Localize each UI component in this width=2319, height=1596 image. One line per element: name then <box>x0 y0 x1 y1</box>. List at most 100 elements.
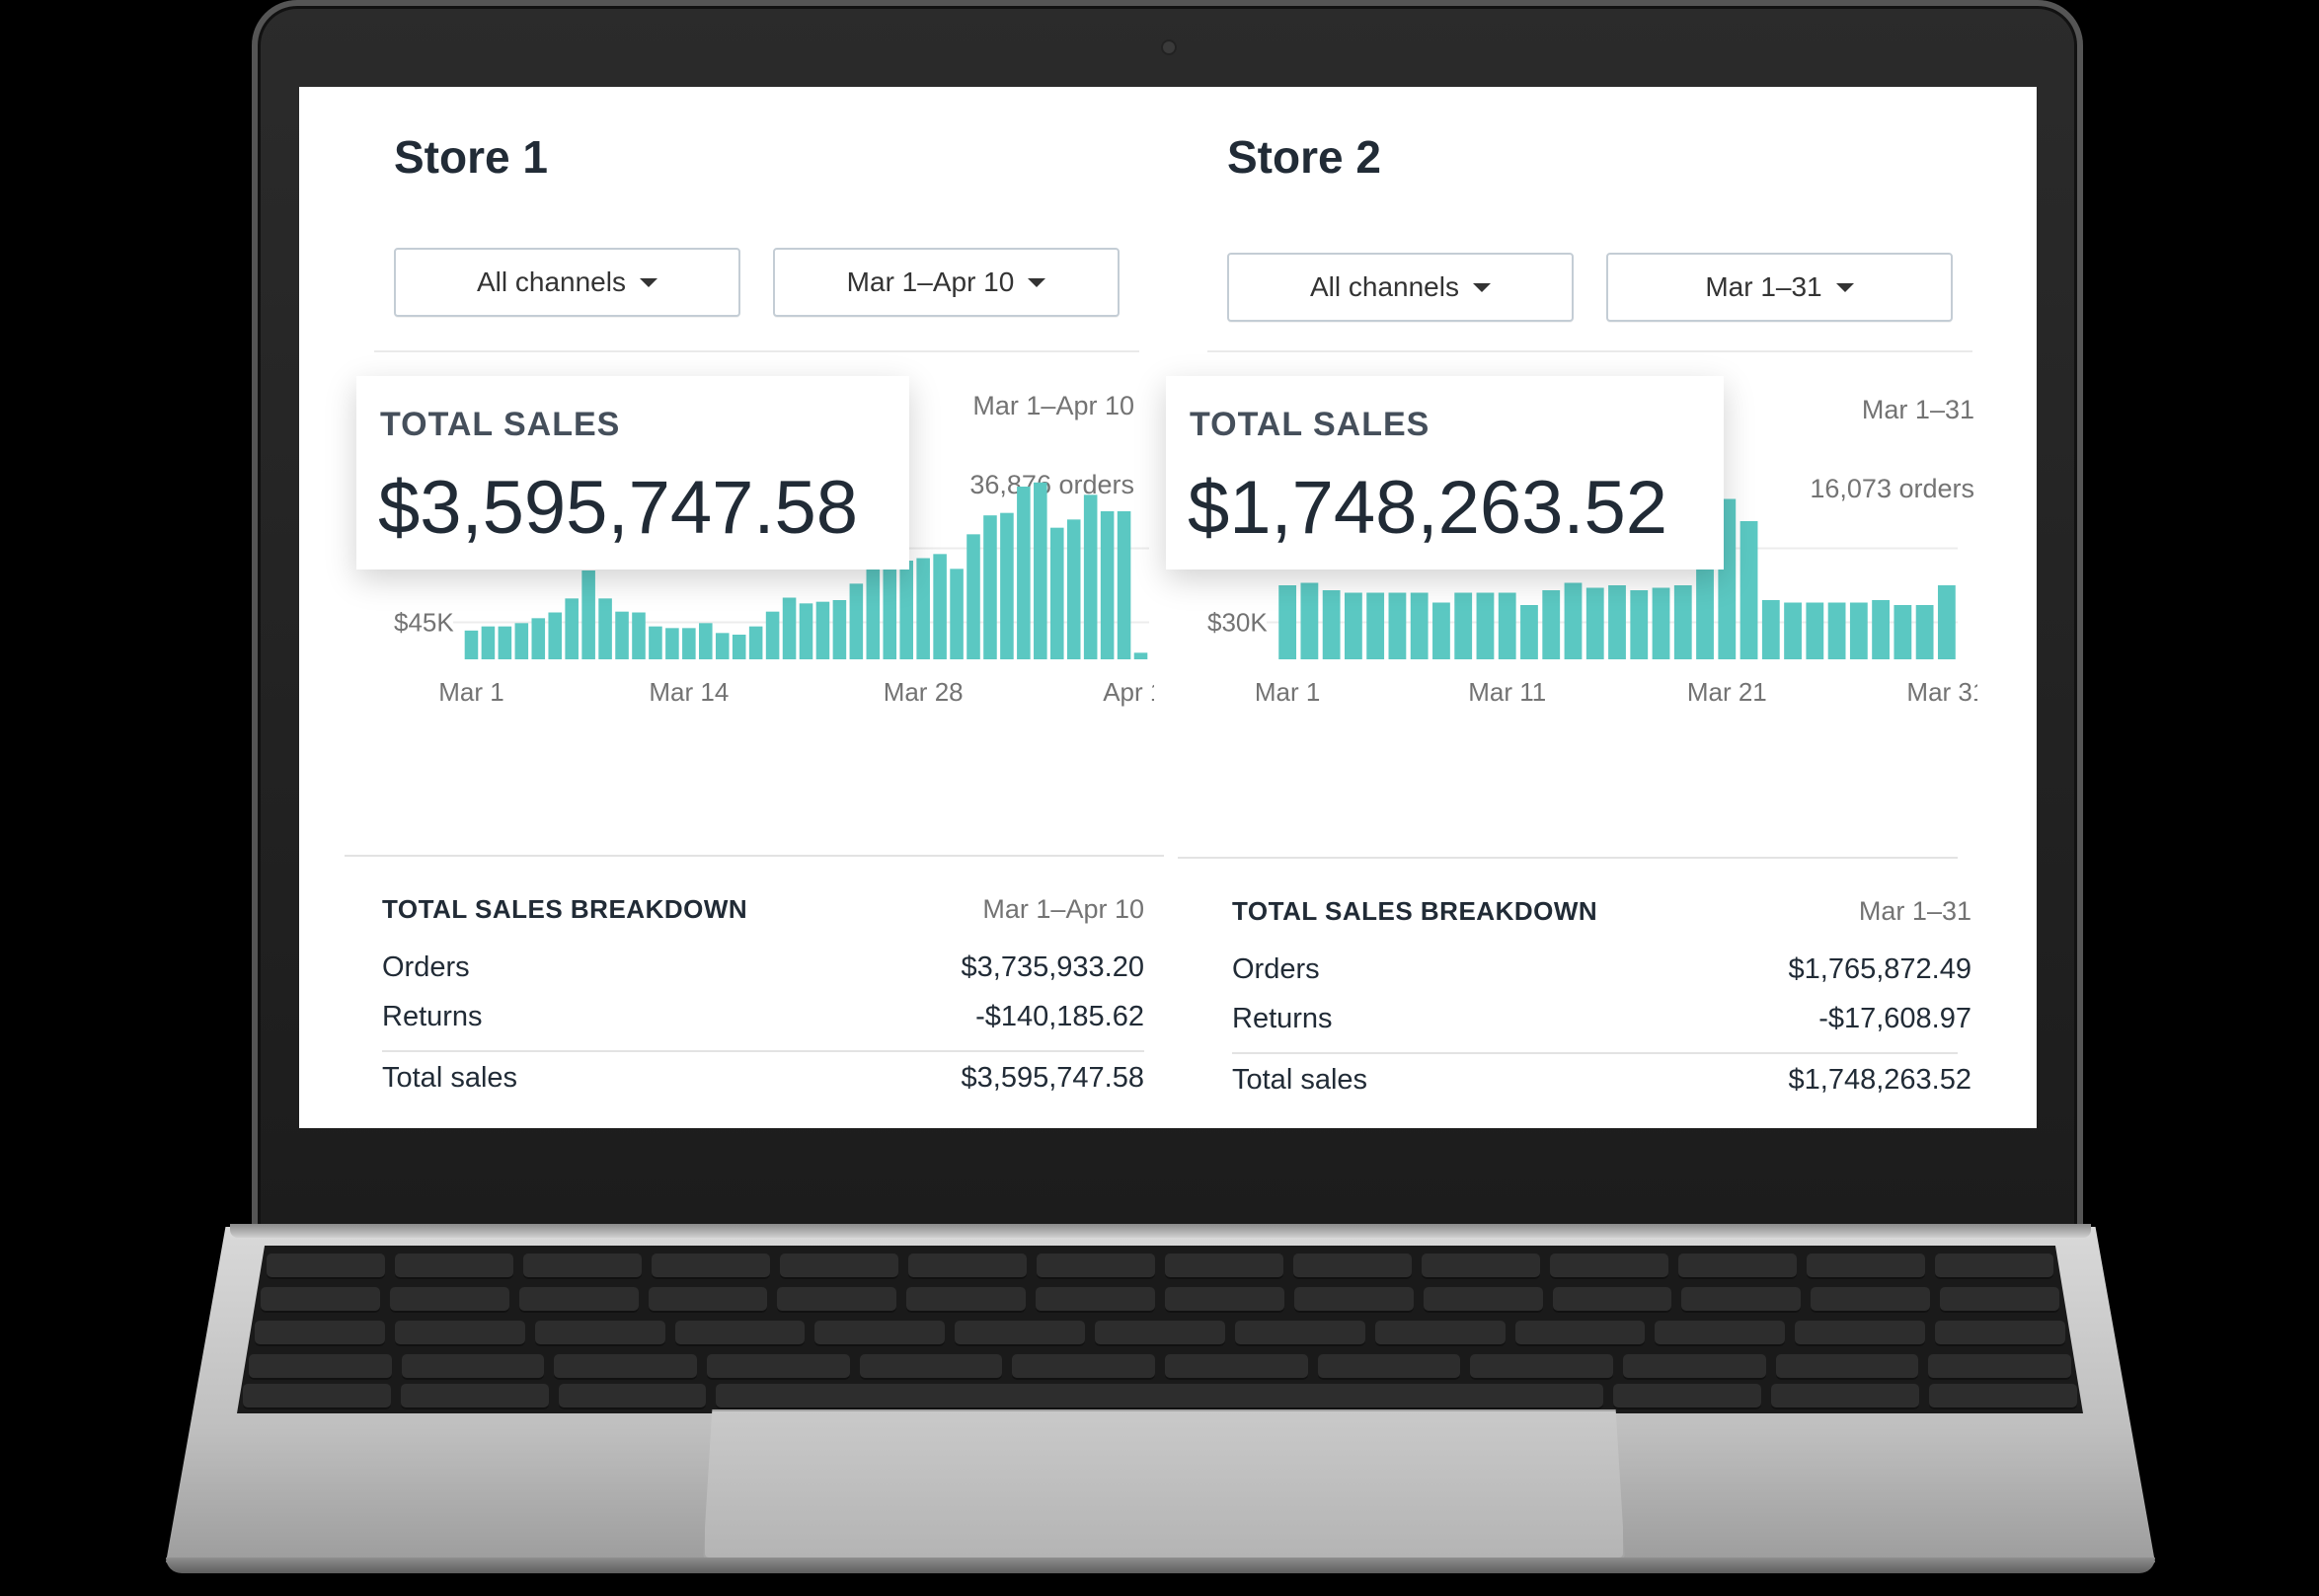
laptop-screen: Store 1 All channels Mar 1–Apr 10 Mar 1–… <box>299 87 2037 1128</box>
chart-bar[interactable] <box>1630 590 1649 659</box>
chart-bar[interactable] <box>1673 585 1692 659</box>
chart-bar[interactable] <box>548 612 563 660</box>
key <box>1374 1321 1506 1346</box>
chart-bar[interactable] <box>1066 519 1081 659</box>
key <box>1681 1287 1802 1313</box>
key <box>518 1287 639 1313</box>
chart-bar[interactable] <box>1100 511 1115 659</box>
chart-bar[interactable] <box>565 598 579 659</box>
card-divider <box>1207 350 1972 352</box>
key <box>1935 1254 2053 1279</box>
chart-bar[interactable] <box>1849 602 1868 660</box>
key <box>267 1254 385 1279</box>
chart-bar[interactable] <box>732 635 746 659</box>
chart-bar[interactable] <box>1432 602 1450 660</box>
chart-bar[interactable] <box>1366 592 1385 660</box>
chart-bar[interactable] <box>1784 602 1802 660</box>
channel-select[interactable]: All channels <box>394 248 740 317</box>
chart-bar[interactable] <box>1345 592 1362 660</box>
chart-bar[interactable] <box>699 623 713 659</box>
chart-bar[interactable] <box>632 612 646 660</box>
chart-bar[interactable] <box>1894 605 1912 659</box>
chart-bar[interactable] <box>782 597 797 660</box>
chart-bar[interactable] <box>498 626 512 659</box>
chart-bar[interactable] <box>1278 585 1297 659</box>
chart-bar[interactable] <box>849 583 864 659</box>
key <box>1165 1354 1308 1380</box>
webcam-icon <box>1163 41 1175 53</box>
chart-bar[interactable] <box>1133 652 1148 659</box>
breakdown-row-value: -$17,608.97 <box>1818 1003 1971 1034</box>
chart-bar[interactable] <box>514 623 529 659</box>
chart-bar[interactable] <box>1761 600 1780 659</box>
chart-bar[interactable] <box>1410 592 1429 660</box>
chart-bar[interactable] <box>1806 602 1824 660</box>
chevron-down-icon <box>1472 282 1491 292</box>
chart-bar[interactable] <box>916 558 930 660</box>
chart-bar[interactable] <box>598 598 612 659</box>
keyboard-row <box>267 1254 2053 1279</box>
chart-bar[interactable] <box>581 570 595 659</box>
chart-bar[interactable] <box>682 628 696 659</box>
chart-bar[interactable] <box>1915 605 1934 659</box>
key <box>1423 1287 1543 1313</box>
chart-bar[interactable] <box>815 601 830 659</box>
keyboard-row <box>249 1354 2072 1380</box>
chart-bar[interactable] <box>765 611 780 659</box>
chart-bar[interactable] <box>649 626 662 659</box>
chart-bar[interactable] <box>1827 602 1846 660</box>
chart-bar[interactable] <box>1034 482 1047 659</box>
chart-bar[interactable] <box>866 556 881 659</box>
chart-bar[interactable] <box>464 630 479 659</box>
key <box>1293 1254 1412 1279</box>
key <box>261 1287 380 1313</box>
chart-bar[interactable] <box>1000 512 1014 659</box>
y-tick-label: $45K <box>394 608 454 638</box>
chart-bar[interactable] <box>1322 590 1341 659</box>
chart-bar[interactable] <box>983 515 997 659</box>
store-panel-2: Store 2 All channels Mar 1–31 Mar 1–31 1… <box>1166 87 1977 1128</box>
chart-bar[interactable] <box>531 618 546 659</box>
chart-bar[interactable] <box>615 611 629 659</box>
chart-bar[interactable] <box>1739 521 1758 659</box>
chart-bar[interactable] <box>1300 582 1319 660</box>
chart-bar[interactable] <box>832 600 847 659</box>
chart-bar[interactable] <box>933 554 947 659</box>
chart-bar[interactable] <box>1608 585 1626 659</box>
chart-bar[interactable] <box>748 626 763 659</box>
chart-bar[interactable] <box>1585 587 1604 660</box>
chart-bar[interactable] <box>715 633 730 659</box>
chart-bar[interactable] <box>1049 527 1064 659</box>
channel-select[interactable]: All channels <box>1227 253 1574 322</box>
chart-bar[interactable] <box>1454 592 1473 660</box>
chart-bar[interactable] <box>1498 592 1516 660</box>
chart-bar[interactable] <box>1117 511 1131 659</box>
chart-bar[interactable] <box>1542 590 1561 659</box>
chart-bar[interactable] <box>1476 592 1495 660</box>
key <box>401 1354 545 1380</box>
chart-bar[interactable] <box>1520 605 1538 659</box>
chart-bar[interactable] <box>1564 582 1583 660</box>
chart-bar[interactable] <box>799 603 813 659</box>
chart-bar[interactable] <box>481 626 496 659</box>
chart-bar[interactable] <box>1937 585 1956 659</box>
chart-bar[interactable] <box>1652 587 1670 660</box>
key <box>1655 1321 1786 1346</box>
key <box>1514 1321 1646 1346</box>
keyboard-row <box>255 1321 2065 1346</box>
chart-bar[interactable] <box>950 569 964 659</box>
total-sales-label: TOTAL SALES <box>380 406 621 443</box>
key <box>1234 1321 1365 1346</box>
chart-bar[interactable] <box>899 561 913 659</box>
chart-bar[interactable] <box>665 628 679 659</box>
key <box>558 1384 707 1409</box>
key <box>1935 1321 2065 1346</box>
chart-bar[interactable] <box>1388 592 1407 660</box>
date-range-select[interactable]: Mar 1–31 <box>1606 253 1953 322</box>
chart-bar[interactable] <box>966 534 980 659</box>
chart-bar[interactable] <box>1017 487 1031 659</box>
date-range-select[interactable]: Mar 1–Apr 10 <box>773 248 1120 317</box>
chart-bar[interactable] <box>1083 494 1098 659</box>
breakdown-row-value: $3,735,933.20 <box>961 951 1144 983</box>
chart-bar[interactable] <box>1872 600 1890 659</box>
